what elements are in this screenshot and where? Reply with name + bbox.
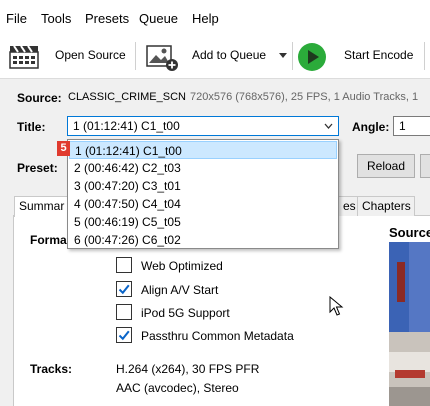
add-to-queue-icon-button[interactable] (145, 42, 179, 72)
clapperboard-icon (9, 45, 39, 69)
align-av-start-checkbox[interactable] (116, 281, 132, 297)
toolbar-separator (292, 42, 293, 70)
annotation-badge: 5 (57, 141, 70, 156)
web-optimized-checkbox[interactable] (116, 257, 132, 273)
tab-subtitles[interactable]: es (338, 196, 358, 216)
toolbar-separator (424, 42, 425, 70)
angle-select[interactable]: 1 (393, 116, 430, 136)
tracks-label: Tracks: (30, 362, 73, 376)
tab-chapters[interactable]: Chapters (357, 196, 415, 216)
checkmark-icon (118, 330, 130, 341)
title-option[interactable]: 6 (00:47:26) C6_t02 (69, 231, 337, 249)
source-info: 720x576 (768x576), 25 FPS, 1 Audio Track… (190, 91, 419, 103)
title-option[interactable]: 2 (00:46:42) C2_t03 (69, 159, 337, 177)
menu-file[interactable]: File (6, 11, 27, 26)
menu-bar: File Tools Presets Queue Help (0, 0, 430, 36)
preview-label: Source (389, 225, 430, 240)
ipod-5g-label: iPod 5G Support (141, 306, 230, 320)
start-encode-label[interactable]: Start Encode (344, 48, 413, 62)
track-audio: AAC (avcodec), Stereo (116, 381, 239, 395)
ipod-5g-checkbox[interactable] (116, 304, 132, 320)
format-label: Forma (30, 233, 67, 247)
title-option[interactable]: 5 (00:46:19) C5_t05 (69, 213, 337, 231)
passthru-metadata-label: Passthru Common Metadata (141, 329, 294, 343)
image-add-icon (146, 45, 178, 71)
mouse-cursor-icon (329, 296, 344, 316)
play-icon[interactable] (297, 42, 327, 72)
angle-label: Angle: (352, 120, 390, 134)
track-video: H.264 (x264), 30 FPS PFR (116, 362, 260, 376)
align-av-start-label: Align A/V Start (141, 283, 219, 297)
title-label: Title: (17, 120, 46, 134)
web-optimized-label: Web Optimized (141, 259, 223, 273)
menu-help[interactable]: Help (192, 11, 219, 26)
title-dropdown-list: 1 (01:12:41) C1_t00 2 (00:46:42) C2_t03 … (67, 139, 339, 249)
menu-presets[interactable]: Presets (85, 11, 129, 26)
preset-menu-button[interactable] (420, 154, 430, 178)
source-label: Source: (17, 91, 62, 105)
preview-thumbnail (389, 242, 430, 406)
tab-summary[interactable]: Summar (14, 196, 68, 217)
angle-value: 1 (399, 119, 406, 133)
passthru-metadata-checkbox[interactable] (116, 327, 132, 343)
checkmark-icon (118, 284, 130, 295)
source-name: CLASSIC_CRIME_SCN (68, 91, 186, 103)
chevron-down-icon[interactable] (278, 52, 288, 60)
toolbar: Open Source Add to Queue Start Encode (0, 36, 430, 79)
preview-image (389, 242, 430, 406)
reload-button[interactable]: Reload (357, 154, 415, 178)
chevron-down-icon (324, 123, 333, 129)
title-option[interactable]: 4 (00:47:50) C4_t04 (69, 195, 337, 213)
open-source-button[interactable] (8, 43, 40, 71)
title-option[interactable]: 1 (01:12:41) C1_t00 (69, 141, 337, 159)
menu-tools[interactable]: Tools (41, 11, 71, 26)
title-selected-value: 1 (01:12:41) C1_t00 (73, 119, 180, 133)
menu-queue[interactable]: Queue (139, 11, 178, 26)
preset-label: Preset: (17, 161, 58, 175)
title-option[interactable]: 3 (00:47:20) C3_t01 (69, 177, 337, 195)
add-to-queue-label[interactable]: Add to Queue (192, 48, 266, 62)
toolbar-separator (135, 42, 136, 70)
title-select[interactable]: 1 (01:12:41) C1_t00 (67, 116, 339, 136)
open-source-label[interactable]: Open Source (55, 48, 126, 62)
